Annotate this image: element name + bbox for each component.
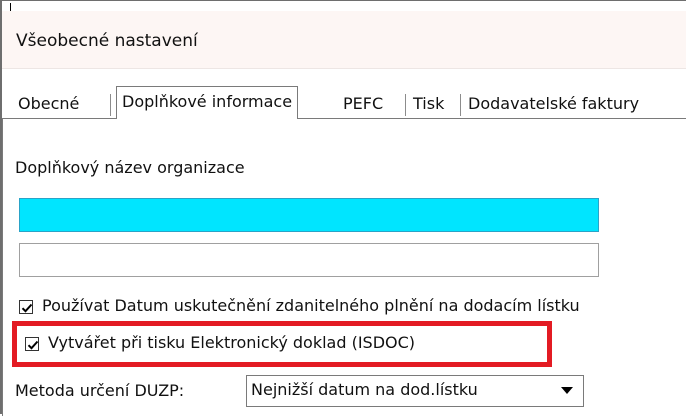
tab-pefc[interactable]: PEFC — [343, 93, 383, 119]
window-title: Všeobecné nastavení — [16, 31, 198, 51]
duzp-method-select[interactable]: Nejnižší datum na dod.lístku — [246, 375, 584, 407]
tab-separator — [405, 94, 406, 116]
duzp-method-value: Nejnižší datum na dod.lístku — [251, 380, 478, 399]
use-duzp-checkbox[interactable] — [19, 300, 33, 314]
org-name-label: Doplňkový název organizace — [15, 158, 245, 177]
checkmark-icon — [21, 303, 33, 313]
tab-separator — [460, 94, 461, 116]
use-duzp-label[interactable]: Používat Datum uskutečnění zdanitelného … — [42, 296, 580, 315]
org-name-field-2[interactable] — [19, 243, 599, 277]
isdoc-checkbox[interactable] — [25, 337, 39, 351]
tab-tisk[interactable]: Tisk — [413, 93, 444, 119]
tab-obecne[interactable]: Obecné — [18, 93, 79, 119]
title-bar: Všeobecné nastavení — [2, 11, 686, 69]
tab-dodavatelske-faktury[interactable]: Dodavatelské faktury — [468, 93, 639, 119]
settings-window: Všeobecné nastavení Obecné Doplňkové inf… — [0, 0, 686, 416]
tab-doplnkove-informace[interactable]: Doplňkové informace — [116, 86, 299, 119]
org-name-field-1[interactable] — [19, 198, 599, 232]
window-corner-mark — [10, 3, 11, 11]
duzp-method-label: Metoda určení DUZP: — [15, 381, 185, 400]
content-border — [2, 119, 3, 416]
tab-separator — [110, 94, 111, 116]
checkmark-icon — [27, 340, 39, 350]
chevron-down-icon[interactable] — [561, 387, 573, 394]
isdoc-label[interactable]: Vytvářet při tisku Elektronický doklad (… — [48, 333, 415, 352]
